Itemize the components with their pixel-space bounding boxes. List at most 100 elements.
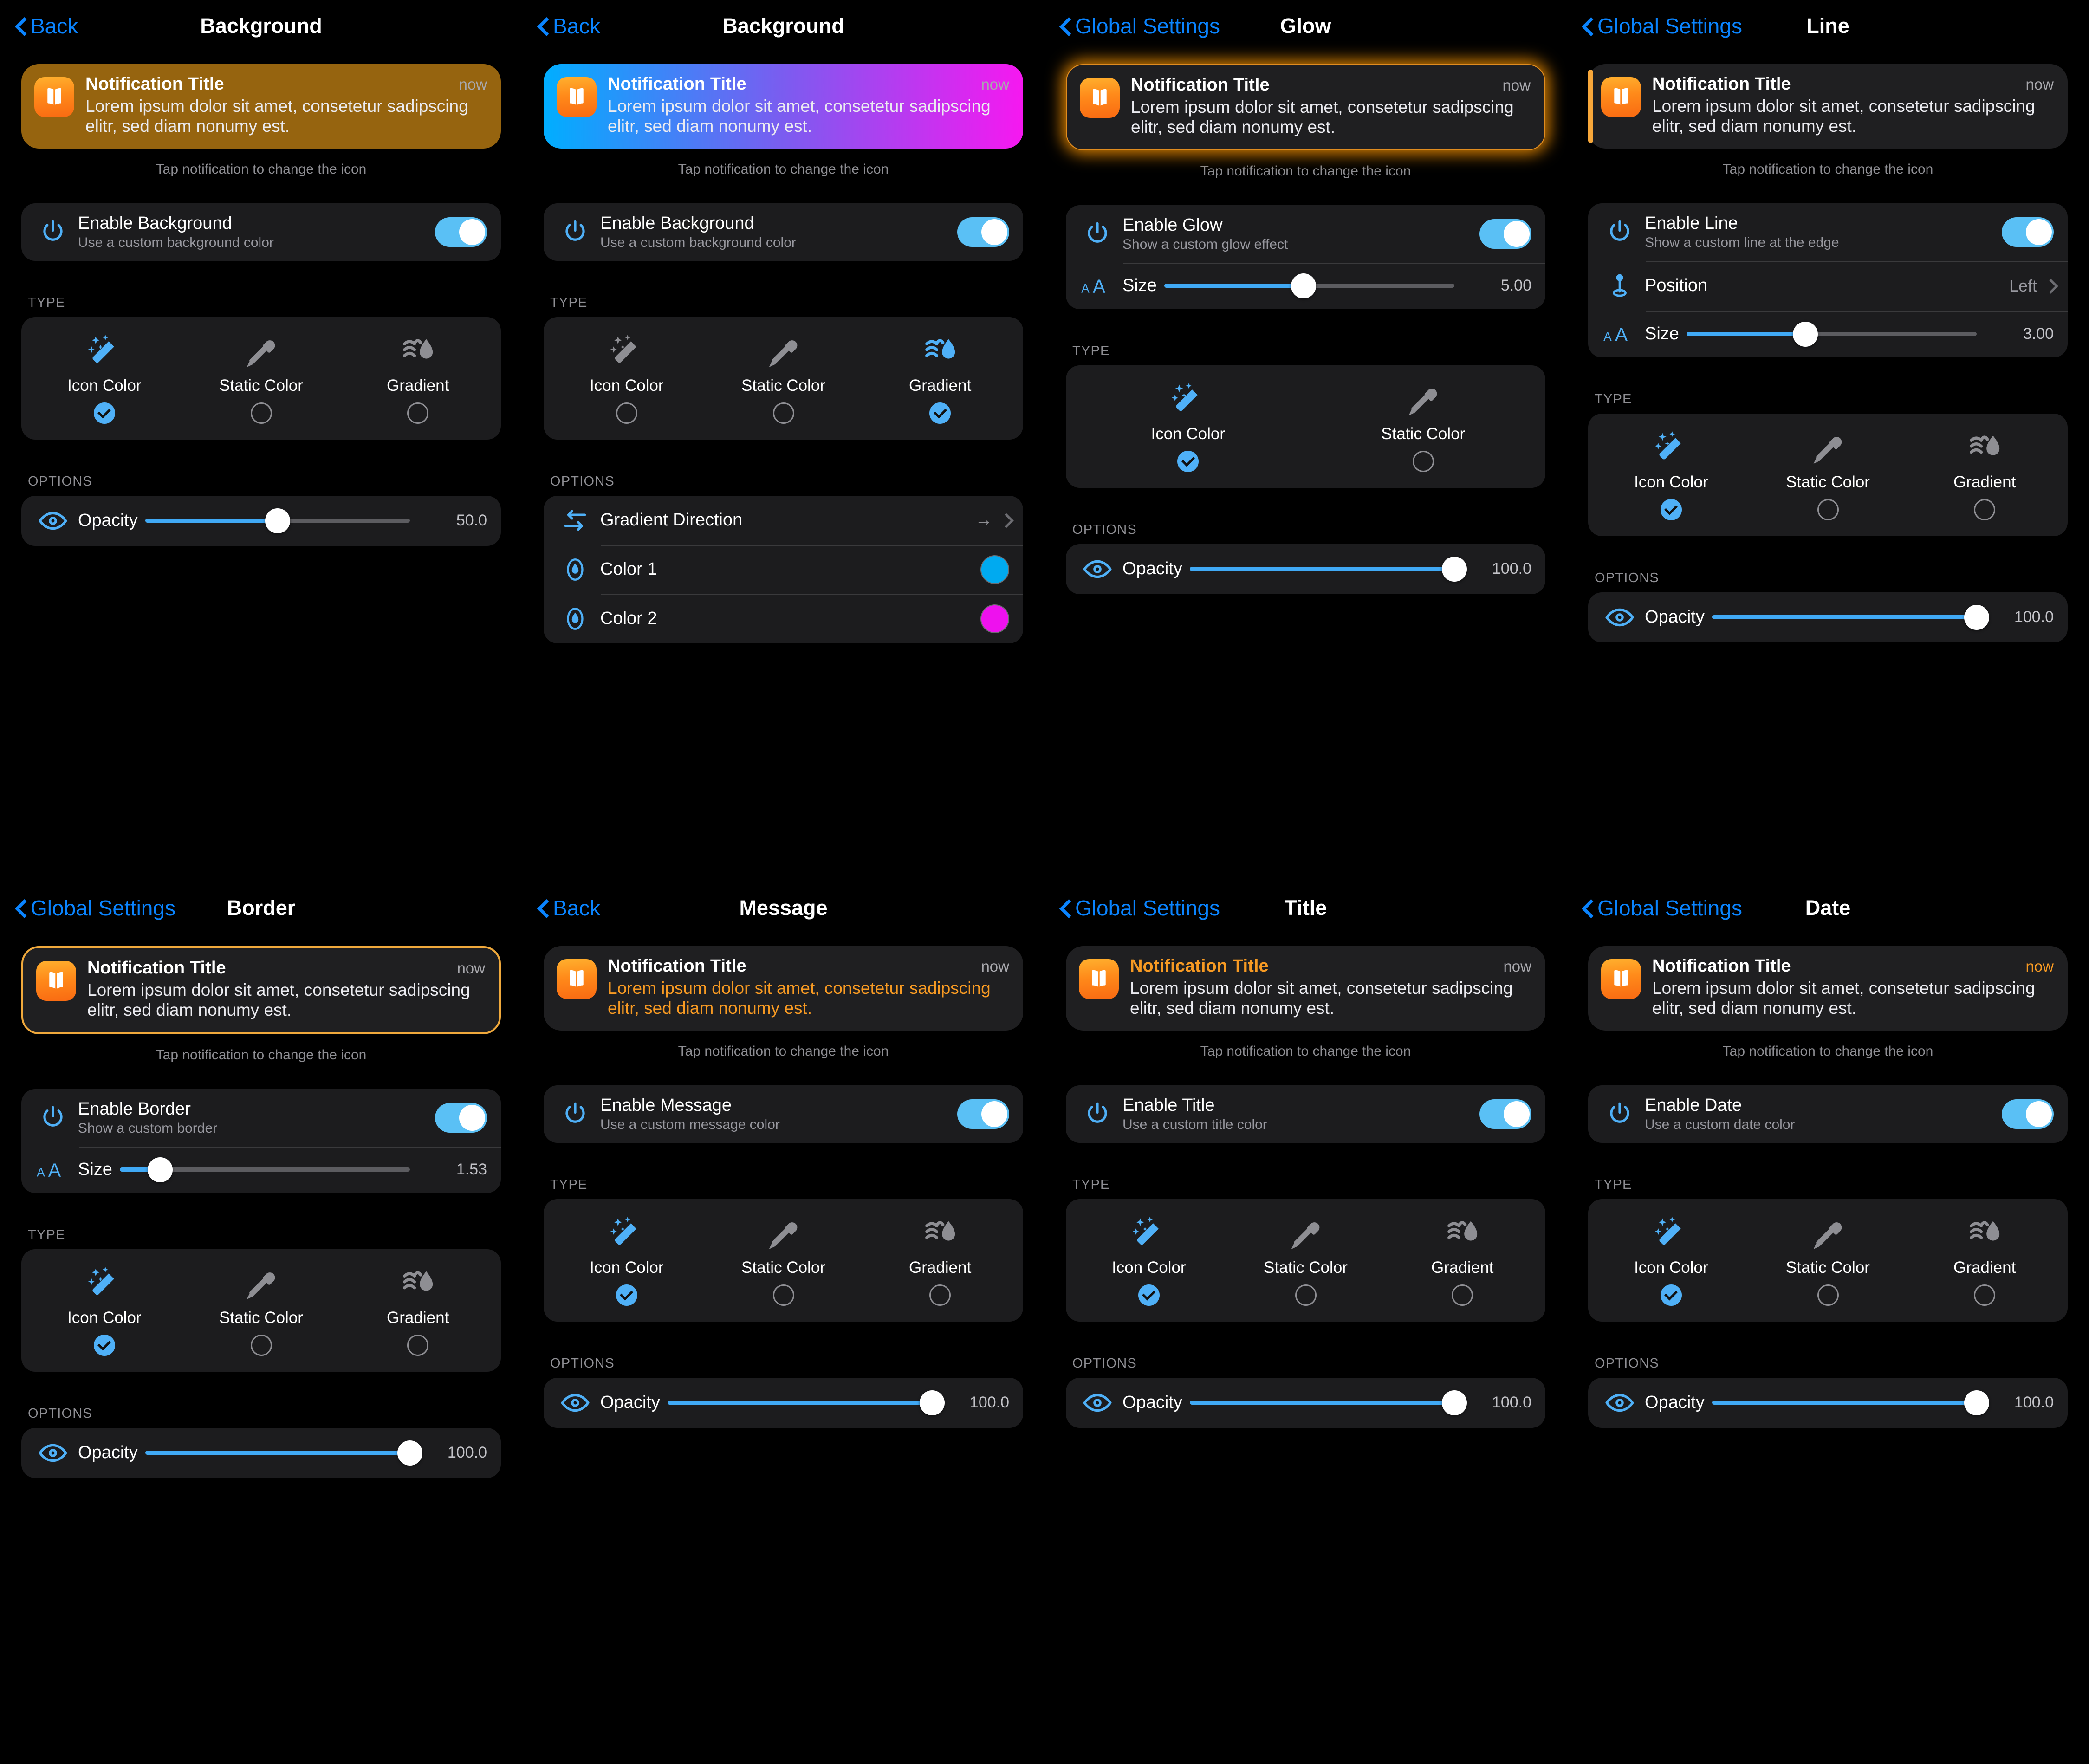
type-option-gradient[interactable]: Gradient [862, 1213, 1019, 1306]
slider-knob[interactable] [1442, 1390, 1467, 1415]
slider-row-opacity[interactable]: Opacity 100.0 [1066, 544, 1545, 594]
slider-knob[interactable] [1793, 321, 1818, 347]
slider-opacity[interactable] [145, 508, 410, 533]
type-option-static-color[interactable]: Static Color [1750, 1213, 1907, 1306]
type-option-gradient[interactable]: Gradient [1384, 1213, 1541, 1306]
notification-preview[interactable]: Notification Title now Lorem ipsum dolor… [21, 64, 501, 149]
type-option-radio[interactable] [93, 402, 115, 424]
type-option-gradient[interactable]: Gradient [862, 331, 1019, 424]
type-option-radio[interactable] [250, 402, 272, 424]
type-option-icon-color[interactable]: Icon Color [1593, 1213, 1750, 1306]
type-option-radio[interactable] [929, 1284, 951, 1306]
color-swatch[interactable] [980, 604, 1009, 633]
slider-opacity[interactable] [1712, 604, 1989, 630]
slider-row-opacity[interactable]: Opacity 50.0 [21, 496, 501, 546]
type-option-radio[interactable] [1974, 499, 1996, 520]
type-option-icon-color[interactable]: Icon Color [548, 331, 705, 424]
toggle-row-background-icon-color[interactable]: Enable Background Use a custom backgroun… [21, 203, 501, 261]
type-option-gradient[interactable]: Gradient [339, 331, 496, 424]
color-row-color-1[interactable]: Color 1 [544, 545, 1023, 594]
slider-row-size[interactable]: A A Size 5.00 [1066, 262, 1545, 309]
type-option-radio[interactable] [1177, 450, 1199, 472]
slider-knob[interactable] [148, 1157, 173, 1182]
notification-preview[interactable]: Notification Title now Lorem ipsum dolor… [544, 64, 1023, 149]
notification-preview[interactable]: Notification Title now Lorem ipsum dolor… [1588, 64, 2068, 149]
type-option-radio[interactable] [1974, 1284, 1996, 1306]
toggle-row-border[interactable]: Enable Border Show a custom border [21, 1089, 501, 1147]
type-option-radio[interactable] [1660, 499, 1682, 520]
slider-opacity[interactable] [667, 1390, 945, 1415]
type-option-radio[interactable] [929, 402, 951, 424]
type-option-icon-color[interactable]: Icon Color [1070, 379, 1306, 472]
nav-row-position[interactable]: Position Left [1588, 260, 2068, 311]
back-button[interactable]: Back [537, 13, 600, 39]
enable-toggle[interactable] [1479, 1099, 1531, 1129]
type-option-radio[interactable] [772, 402, 794, 424]
type-option-static-color[interactable]: Static Color [183, 331, 340, 424]
type-option-radio[interactable] [616, 402, 637, 424]
type-option-radio[interactable] [1817, 499, 1839, 520]
toggle-row-date[interactable]: Enable Date Use a custom date color [1588, 1085, 2068, 1143]
slider-opacity[interactable] [1189, 1390, 1467, 1415]
slider-row-opacity[interactable]: Opacity 100.0 [21, 1428, 501, 1478]
nav-row-gradient-direction[interactable]: Gradient Direction → [544, 496, 1023, 545]
type-option-gradient[interactable]: Gradient [339, 1263, 496, 1356]
slider-knob[interactable] [397, 1440, 422, 1466]
slider-row-size[interactable]: A A Size 1.53 [21, 1146, 501, 1193]
slider-opacity[interactable] [1712, 1390, 1989, 1415]
enable-toggle[interactable] [435, 217, 487, 247]
slider-knob[interactable] [1964, 1390, 1989, 1415]
notification-preview[interactable]: Notification Title now Lorem ipsum dolor… [544, 946, 1023, 1031]
type-option-static-color[interactable]: Static Color [1750, 428, 1907, 520]
type-option-radio[interactable] [616, 1284, 637, 1306]
toggle-row-title[interactable]: Enable Title Use a custom title color [1066, 1085, 1545, 1143]
slider-knob[interactable] [920, 1390, 945, 1415]
color-swatch[interactable] [980, 555, 1009, 584]
type-option-radio[interactable] [93, 1334, 115, 1356]
toggle-row-background-gradient[interactable]: Enable Background Use a custom backgroun… [544, 203, 1023, 261]
slider-knob[interactable] [265, 508, 290, 533]
type-option-gradient[interactable]: Gradient [1906, 1213, 2063, 1306]
slider-knob[interactable] [1291, 273, 1316, 298]
color-row-color-2[interactable]: Color 2 [544, 594, 1023, 643]
toggle-row-line[interactable]: Enable Line Show a custom line at the ed… [1588, 203, 2068, 261]
toggle-row-glow[interactable]: Enable Glow Show a custom glow effect [1066, 205, 1545, 263]
slider-knob[interactable] [1442, 556, 1467, 582]
back-button[interactable]: Global Settings [1059, 895, 1220, 921]
type-option-static-color[interactable]: Static Color [705, 331, 862, 424]
notification-preview[interactable]: Notification Title now Lorem ipsum dolor… [1066, 64, 1545, 150]
type-option-static-color[interactable]: Static Color [183, 1263, 340, 1356]
slider-size[interactable] [1686, 321, 1977, 347]
notification-preview[interactable]: Notification Title now Lorem ipsum dolor… [1066, 946, 1545, 1031]
type-option-radio[interactable] [250, 1334, 272, 1356]
slider-opacity[interactable] [145, 1440, 422, 1466]
type-option-radio[interactable] [1295, 1284, 1317, 1306]
slider-row-opacity[interactable]: Opacity 100.0 [544, 1378, 1023, 1428]
slider-row-size[interactable]: A A Size 3.00 [1588, 311, 2068, 357]
type-option-radio[interactable] [1138, 1284, 1160, 1306]
type-option-radio[interactable] [407, 1334, 429, 1356]
slider-row-opacity[interactable]: Opacity 100.0 [1588, 592, 2068, 642]
back-button[interactable]: Global Settings [15, 895, 175, 921]
back-button[interactable]: Back [15, 13, 78, 39]
type-option-icon-color[interactable]: Icon Color [1070, 1213, 1227, 1306]
slider-knob[interactable] [1964, 604, 1989, 630]
slider-row-opacity[interactable]: Opacity 100.0 [1588, 1378, 2068, 1428]
back-button[interactable]: Back [537, 895, 600, 921]
type-option-static-color[interactable]: Static Color [705, 1213, 862, 1306]
enable-toggle[interactable] [957, 1099, 1009, 1129]
type-option-icon-color[interactable]: Icon Color [26, 1263, 183, 1356]
slider-opacity[interactable] [1189, 556, 1467, 582]
notification-preview[interactable]: Notification Title now Lorem ipsum dolor… [1588, 946, 2068, 1031]
type-option-static-color[interactable]: Static Color [1306, 379, 1541, 472]
type-option-static-color[interactable]: Static Color [1227, 1213, 1384, 1306]
type-option-icon-color[interactable]: Icon Color [26, 331, 183, 424]
enable-toggle[interactable] [2002, 1099, 2054, 1129]
enable-toggle[interactable] [957, 217, 1009, 247]
toggle-row-message[interactable]: Enable Message Use a custom message colo… [544, 1085, 1023, 1143]
enable-toggle[interactable] [2002, 217, 2054, 247]
slider-size[interactable] [1164, 273, 1454, 298]
type-option-radio[interactable] [1660, 1284, 1682, 1306]
back-button[interactable]: Global Settings [1582, 13, 1742, 39]
notification-preview[interactable]: Notification Title now Lorem ipsum dolor… [21, 946, 501, 1034]
